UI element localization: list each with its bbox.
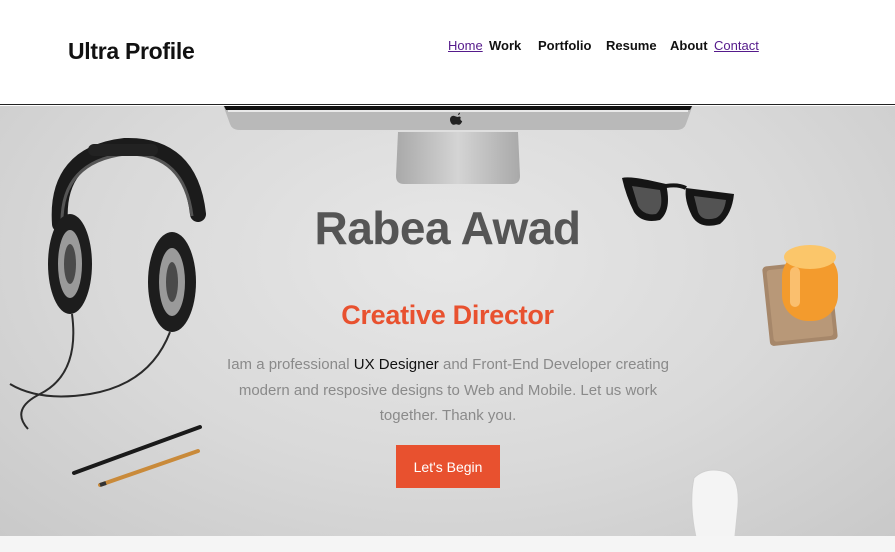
- monitor-illustration: [223, 106, 693, 130]
- bio-prefix: Iam a professional: [227, 356, 354, 373]
- nav-work-link[interactable]: Work: [489, 38, 521, 53]
- nav-portfolio-link[interactable]: Portfolio: [538, 38, 591, 53]
- nav-home-link[interactable]: Home: [448, 38, 483, 53]
- juice-glass-illustration: [762, 245, 838, 346]
- nav-about-link[interactable]: About: [670, 38, 708, 53]
- nav-resume-link[interactable]: Resume: [606, 38, 657, 53]
- headphones-illustration: [9, 137, 206, 430]
- hero-role: Creative Director: [341, 300, 554, 330]
- pencils-illustration: [72, 425, 202, 487]
- next-section-edge: [0, 536, 895, 552]
- hero-name: Rabea Awad: [314, 202, 582, 254]
- bio-highlight: UX Designer: [353, 356, 439, 373]
- site-header: Ultra Profile Home Work Portfolio Resume…: [0, 0, 895, 105]
- monitor-stand-illustration: [396, 132, 520, 184]
- nav-contact-link[interactable]: Contact: [714, 38, 759, 53]
- hero-section: Rabea Awad Creative Director Iam a profe…: [0, 106, 895, 536]
- hero-bio: Iam a professional UX Designer and Front…: [222, 352, 674, 429]
- site-logo[interactable]: Ultra Profile: [68, 38, 195, 65]
- mouse-illustration: [691, 469, 739, 536]
- lets-begin-button[interactable]: Let's Begin: [396, 445, 500, 488]
